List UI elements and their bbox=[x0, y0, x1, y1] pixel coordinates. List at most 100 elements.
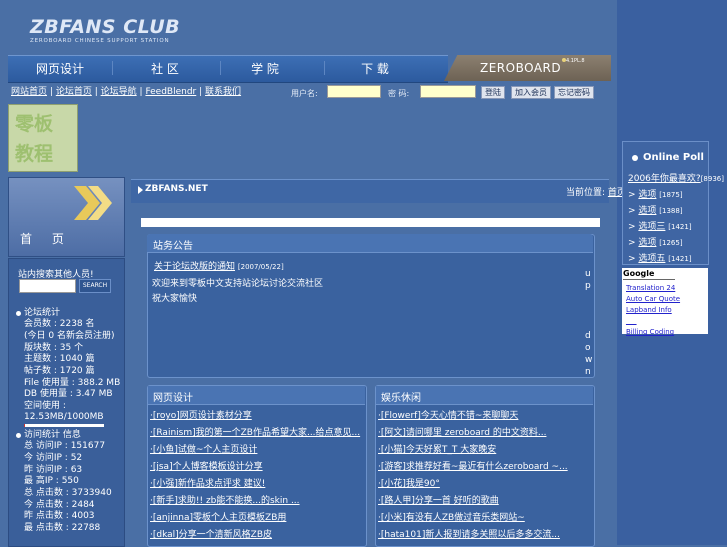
poll-option-count: [1388] bbox=[659, 207, 683, 215]
search-button[interactable]: SEARCH bbox=[79, 279, 111, 293]
list-item[interactable]: ·[小米]有没有人ZB做过音乐类网站~ bbox=[378, 510, 590, 527]
top-links: 网站首页 | 论坛首页 | 论坛导航 | FeedBlendr | 联系我们 bbox=[11, 84, 241, 97]
link-separator: | bbox=[94, 87, 98, 97]
list-item[interactable]: ·[小猫]今天好累T_T 大家晚安 bbox=[378, 442, 590, 459]
space-progress-fill bbox=[24, 424, 25, 427]
list-item[interactable]: ·[dkal]分享一个清新风格ZB皮 bbox=[150, 527, 362, 544]
visit-today-clicks: 今 点击数 : 2484 bbox=[24, 500, 95, 510]
bullet-icon bbox=[16, 311, 21, 316]
ad-link[interactable]: Billing Coding bbox=[626, 327, 680, 338]
location-label: 当前位置: bbox=[566, 188, 608, 198]
notice-item-date: [2007/05/22] bbox=[237, 263, 284, 271]
ad-link[interactable]: ___ bbox=[626, 316, 680, 327]
list-item[interactable]: ·[小强]新作品求点评求 建议! bbox=[150, 476, 362, 493]
poll-option-label[interactable]: 选项五 bbox=[638, 254, 665, 264]
nav-separator bbox=[324, 61, 325, 75]
scroll-up-button[interactable]: u p bbox=[585, 268, 591, 292]
list-item[interactable]: ·[jsa]个人博客模板设计分享 bbox=[150, 459, 362, 476]
poll-option-label[interactable]: 选项 bbox=[638, 206, 656, 216]
link-separator: | bbox=[139, 87, 143, 97]
notice-header bbox=[147, 234, 593, 253]
space-progress-bar bbox=[24, 424, 104, 427]
stat-space-label: 空间使用 : bbox=[24, 401, 66, 411]
site-logo[interactable]: ZBFANS CLUB bbox=[30, 16, 180, 38]
poll-question-link[interactable]: 2006年你最喜欢? bbox=[628, 174, 701, 184]
banner-line1: 零板 bbox=[15, 113, 54, 135]
notice-title: 站务公告 bbox=[153, 241, 193, 252]
nav-web-design[interactable]: 网页设计 bbox=[15, 60, 105, 77]
visit-today-ip: 今 访问IP : 52 bbox=[24, 453, 83, 463]
list-item[interactable]: ·[小花]我是90° bbox=[378, 476, 590, 493]
poll-option-count: [1265] bbox=[659, 239, 683, 247]
list-item[interactable]: ·[hata101]新人报到请多关照以后多多交流... bbox=[378, 527, 590, 544]
link-contact[interactable]: 联系我们 bbox=[205, 87, 241, 97]
entertainment-list: ·[Flowerf]今天心情不错~来聊聊天 ·[阿文]请问哪里 zeroboar… bbox=[378, 408, 590, 544]
ad-link[interactable]: Translation 24 bbox=[626, 283, 680, 294]
notice-item-link[interactable]: 关于论坛改版的通知 bbox=[154, 262, 235, 272]
list-item[interactable]: ·[游客]求推荐好看~最近有什么zeroboard ~... bbox=[378, 459, 590, 476]
poll-options: > 选项 [1875] > 选项 [1388] > 选项三 [1421] > 选… bbox=[628, 187, 692, 267]
visits-title: 访问统计 信息 bbox=[24, 430, 81, 440]
poll-option-label[interactable]: 选项 bbox=[638, 190, 656, 200]
link-feedblendr[interactable]: FeedBlendr bbox=[145, 87, 196, 97]
username-label: 用户名: bbox=[291, 89, 318, 98]
poll-title: Online Poll bbox=[643, 152, 704, 163]
nav-community[interactable]: 社 区 bbox=[120, 60, 210, 77]
search-input[interactable] bbox=[19, 279, 76, 293]
list-item[interactable]: ·[Rainism]我的第一个ZB作品希望大家...给点意见... bbox=[150, 425, 362, 442]
password-input[interactable] bbox=[420, 85, 476, 98]
poll-option[interactable]: > 选项五 [1421] bbox=[628, 251, 692, 267]
ads-list: Translation 24 Auto Car Quote Lapband In… bbox=[626, 283, 680, 338]
forgot-password-button[interactable]: 忘记密码 bbox=[554, 86, 594, 99]
notice-box bbox=[147, 234, 595, 378]
poll-option[interactable]: > 选项 [1265] bbox=[628, 235, 692, 251]
list-item[interactable]: ·[Flowerf]今天心情不错~来聊聊天 bbox=[378, 408, 590, 425]
username-input[interactable] bbox=[327, 85, 381, 98]
bullet-icon bbox=[16, 433, 21, 438]
link-separator: | bbox=[49, 87, 53, 97]
google-ads-brand: Google bbox=[623, 269, 655, 278]
visit-total-ip: 总 访问IP : 151677 bbox=[24, 441, 106, 451]
poll-option-label[interactable]: 选项三 bbox=[638, 222, 665, 232]
login-button[interactable]: 登陆 bbox=[481, 86, 505, 99]
nav-download[interactable]: 下 载 bbox=[330, 60, 420, 77]
list-item[interactable]: ·[royo]网页设计素材分享 bbox=[150, 408, 362, 425]
list-item[interactable]: ·[新手]求助!! zb能不能换...的skin ... bbox=[150, 493, 362, 510]
web-design-list: ·[royo]网页设计素材分享 ·[Rainism]我的第一个ZB作品希望大家.… bbox=[150, 408, 362, 544]
poll-option-count: [1421] bbox=[668, 255, 692, 263]
notice-item: 关于论坛改版的通知 [2007/05/22] bbox=[154, 259, 284, 272]
main-divider-bar bbox=[141, 218, 600, 227]
tutorial-banner[interactable]: 零板 教程 bbox=[8, 104, 78, 172]
visit-max-ip: 最 高IP : 550 bbox=[24, 476, 79, 486]
stats-title: 论坛统计 bbox=[24, 308, 61, 318]
zeroboard-tab-label: ZEROBOARD bbox=[480, 61, 562, 75]
poll-option[interactable]: > 选项 [1875] bbox=[628, 187, 692, 203]
list-item[interactable]: ·[路人甲]分享一首 好听的歌曲 bbox=[378, 493, 590, 510]
list-item[interactable]: ·[阿文]请问哪里 zeroboard 的中文资料... bbox=[378, 425, 590, 442]
poll-option[interactable]: > 选项 [1388] bbox=[628, 203, 692, 219]
link-forum-nav[interactable]: 论坛导航 bbox=[101, 87, 137, 97]
location-breadcrumb: 当前位置: 首页 bbox=[566, 185, 626, 198]
stat-posts: 帖子数 : 1720 篇 bbox=[24, 366, 95, 376]
zeroboard-version: 4.1PL.8 bbox=[566, 58, 585, 64]
join-button[interactable]: 加入会员 bbox=[511, 86, 551, 99]
ad-link[interactable]: Auto Car Quote bbox=[626, 294, 680, 305]
scroll-down-button[interactable]: d o w n bbox=[585, 330, 592, 378]
visit-yesterday-clicks: 昨 点击数 : 4003 bbox=[24, 511, 95, 521]
password-label: 密 码: bbox=[388, 89, 410, 98]
stat-topics: 主题数 : 1040 篇 bbox=[24, 354, 95, 364]
ads-divider bbox=[623, 279, 675, 280]
poll-option[interactable]: > 选项三 [1421] bbox=[628, 219, 692, 235]
poll-option-count: [1875] bbox=[659, 191, 683, 199]
double-chevron-icon bbox=[74, 186, 112, 220]
triangle-icon bbox=[138, 186, 143, 194]
poll-option-label[interactable]: 选项 bbox=[638, 238, 656, 248]
home-label[interactable]: 首 页 bbox=[20, 230, 72, 247]
link-site-home[interactable]: 网站首页 bbox=[11, 87, 47, 97]
ad-link[interactable]: Lapband Info bbox=[626, 305, 680, 316]
link-forum-home[interactable]: 论坛首页 bbox=[56, 87, 92, 97]
visit-max-clicks: 最 点击数 : 22788 bbox=[24, 523, 101, 533]
nav-academy[interactable]: 学 院 bbox=[220, 60, 310, 77]
list-item[interactable]: ·[anjinna]零板个人主页模板ZB用 bbox=[150, 510, 362, 527]
list-item[interactable]: ·[小鱼]试做~个人主页设计 bbox=[150, 442, 362, 459]
